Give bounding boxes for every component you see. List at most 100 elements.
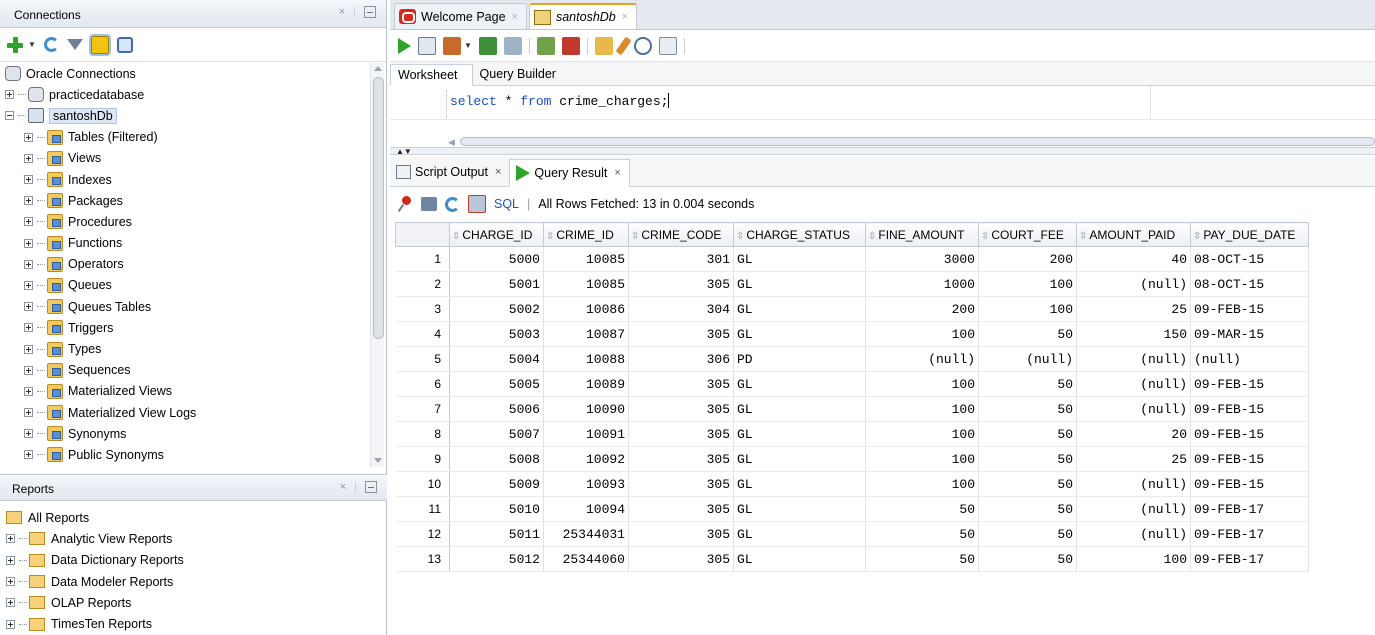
table-row[interactable]: 11 5010 10094 305 GL 50 50 (null) 09-FEB-17 [395,496,1309,522]
expand-icon[interactable] [24,196,33,206]
table-cell[interactable]: 50 [865,521,979,547]
commit-icon[interactable] [443,36,461,55]
table-cell[interactable]: 305 [628,546,734,572]
table-cell[interactable]: 10088 [543,346,629,372]
scroll-up-icon[interactable] [374,66,382,71]
table-cell[interactable]: 09-FEB-17 [1190,496,1309,522]
table-cell[interactable]: 200 [978,246,1077,272]
tree-item[interactable]: Operators [0,254,370,275]
table-cell[interactable]: 100 [978,296,1077,322]
expand-icon[interactable] [6,619,15,629]
table-cell[interactable]: 5011 [449,521,544,547]
table-cell[interactable]: 150 [1076,321,1191,347]
table-row[interactable]: 6 5005 10089 305 GL 100 50 (null) 09-FEB-15 [395,371,1309,397]
manage-databases-icon[interactable] [116,36,133,53]
table-cell[interactable]: 100 [865,371,979,397]
connections-scrollbar[interactable] [370,63,384,467]
table-cell[interactable]: (null) [1076,346,1191,372]
close-icon[interactable]: × [622,11,628,23]
editor-horizontal-scrollbar[interactable]: ◀ [448,135,1375,147]
table-cell[interactable]: 5006 [449,396,544,422]
table-cell[interactable]: 100 [865,396,979,422]
table-cell[interactable]: 1000 [865,271,979,297]
table-cell[interactable]: 09-FEB-15 [1190,421,1309,447]
table-cell[interactable]: 305 [628,421,734,447]
table-cell[interactable]: 5001 [449,271,544,297]
sql-button[interactable]: SQL [494,197,519,211]
table-cell[interactable]: 10085 [543,246,629,272]
table-cell[interactable]: 25344060 [543,546,629,572]
tree-item[interactable]: Types [0,338,370,359]
table-cell[interactable]: 50 [978,471,1077,497]
column-header[interactable]: ⇳ CRIME_ID [543,222,629,247]
splitter[interactable]: ▲▼ [390,147,1375,156]
close-icon[interactable]: × [614,167,620,179]
table-cell[interactable]: 200 [865,296,979,322]
refresh-icon[interactable] [43,37,59,52]
table-row[interactable]: 4 5003 10087 305 GL 100 50 150 09-MAR-15 [395,321,1309,347]
table-cell[interactable]: 09-FEB-15 [1190,446,1309,472]
scroll-down-icon[interactable] [374,458,382,463]
table-cell[interactable]: (null) [865,346,979,372]
tab-welcome-page[interactable]: Welcome Page × [394,3,527,29]
table-cell[interactable]: 09-FEB-15 [1190,396,1309,422]
table-cell[interactable]: 305 [628,446,734,472]
table-cell[interactable]: 25344031 [543,521,629,547]
table-cell[interactable]: (null) [1076,396,1191,422]
table-cell[interactable]: GL [733,521,866,547]
table-cell[interactable]: 100 [978,271,1077,297]
table-cell[interactable]: GL [733,446,866,472]
sort-icon[interactable]: ⇳ [1193,231,1201,242]
table-cell[interactable]: GL [733,396,866,422]
close-icon[interactable]: × [495,166,501,178]
report-item[interactable]: TimesTen Reports [0,613,387,634]
refresh-icon[interactable] [445,196,460,212]
report-item[interactable]: Analytic View Reports [0,528,387,549]
report-item[interactable]: Data Dictionary Reports [0,550,387,571]
table-cell[interactable]: 10087 [543,321,629,347]
table-cell[interactable]: (null) [978,346,1077,372]
table-cell[interactable]: 10089 [543,371,629,397]
table-cell[interactable]: PD [733,346,866,372]
expand-icon[interactable] [24,323,33,333]
expand-icon[interactable] [24,280,33,290]
tree-item[interactable]: Public Synonyms [0,444,370,465]
table-cell[interactable]: 305 [628,521,734,547]
column-header[interactable]: ⇳ COURT_FEE [978,222,1077,247]
sort-icon[interactable]: ⇳ [1079,231,1087,242]
table-cell[interactable]: 09-FEB-17 [1190,546,1309,572]
tab-query-builder[interactable]: Query Builder [473,63,570,85]
tree-item[interactable]: Views [0,148,370,169]
tree-item[interactable]: Procedures [0,211,370,232]
expand-icon[interactable] [24,386,33,396]
table-cell[interactable]: 20 [1076,421,1191,447]
table-cell[interactable]: 305 [628,371,734,397]
table-cell[interactable]: 100 [865,321,979,347]
table-cell[interactable]: 5009 [449,471,544,497]
print-icon[interactable] [421,197,437,211]
table-cell[interactable]: 50 [865,496,979,522]
table-cell[interactable]: 09-FEB-15 [1190,371,1309,397]
table-cell[interactable]: (null) [1076,471,1191,497]
tab-worksheet[interactable]: Worksheet [390,64,473,86]
table-cell[interactable]: 5000 [449,246,544,272]
table-cell[interactable]: 09-FEB-15 [1190,471,1309,497]
sort-icon[interactable]: ⇳ [868,231,876,242]
sort-icon[interactable]: ⇳ [981,231,989,242]
expand-icon[interactable] [5,90,14,100]
close-icon[interactable]: × [512,11,518,23]
column-header[interactable]: ⇳ PAY_DUE_DATE [1190,222,1309,247]
table-cell[interactable]: 09-FEB-17 [1190,521,1309,547]
table-cell[interactable]: 09-FEB-15 [1190,296,1309,322]
expand-icon[interactable] [24,132,33,142]
table-cell[interactable]: 5002 [449,296,544,322]
expand-icon[interactable] [24,344,33,354]
autotrace-icon[interactable] [503,36,522,55]
tab-santoshdb[interactable]: santoshDb × [528,3,638,29]
table-cell[interactable]: 50 [978,421,1077,447]
expand-icon[interactable] [24,408,33,418]
tab-script-output[interactable]: Script Output × [390,158,509,186]
table-cell[interactable]: 5007 [449,421,544,447]
table-cell[interactable]: 10092 [543,446,629,472]
table-cell[interactable]: 50 [978,446,1077,472]
